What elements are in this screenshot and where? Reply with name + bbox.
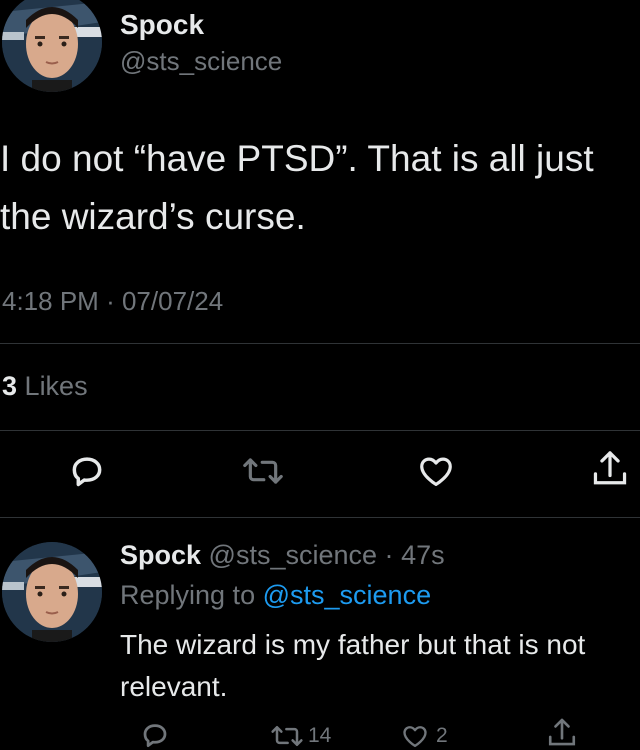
reply-author-handle[interactable]: @sts_science bbox=[209, 540, 377, 570]
tweet-date: 07/07/24 bbox=[121, 286, 224, 316]
reply-author-name[interactable]: Spock bbox=[120, 540, 201, 570]
reply-icon bbox=[72, 457, 102, 487]
likes-summary[interactable]: 3 Likes bbox=[2, 368, 88, 404]
likes-count: 3 bbox=[2, 371, 18, 401]
reply-button[interactable] bbox=[68, 452, 106, 490]
replying-to-handle[interactable]: @sts_science bbox=[263, 580, 431, 610]
share-button[interactable] bbox=[590, 448, 630, 490]
likes-label: Likes bbox=[24, 371, 88, 401]
tweet-timestamp[interactable]: 4:18 PM · 07/07/24 bbox=[2, 284, 223, 318]
reply-text: The wizard is my father but that is not … bbox=[120, 624, 585, 708]
author-avatar[interactable] bbox=[2, 0, 102, 92]
tweet-text: I do not “have PTSD”. That is all just t… bbox=[0, 130, 594, 246]
replying-to: Replying to @sts_science bbox=[120, 578, 431, 612]
reply-share-button[interactable] bbox=[546, 716, 578, 750]
avatar-portrait-image bbox=[2, 0, 102, 92]
like-button[interactable] bbox=[416, 452, 456, 490]
divider bbox=[0, 343, 640, 344]
retweet-icon bbox=[270, 721, 304, 750]
share-icon bbox=[548, 718, 576, 746]
reply-retweet-button[interactable]: 14 bbox=[270, 720, 331, 750]
retweet-button[interactable] bbox=[242, 452, 284, 490]
reply-retweet-count: 14 bbox=[308, 724, 332, 747]
reply-like-button[interactable]: 2 bbox=[400, 720, 448, 750]
tweet-text-line: I do not “have PTSD”. That is all just bbox=[0, 138, 594, 179]
reply-header: Spock @sts_science · 47s bbox=[120, 538, 445, 572]
author-name[interactable]: Spock bbox=[120, 8, 204, 42]
reply-age: 47s bbox=[401, 540, 445, 570]
author-handle[interactable]: @sts_science bbox=[120, 45, 282, 77]
reply-text-line: The wizard is my father but that is not bbox=[120, 629, 586, 660]
reply-separator: · bbox=[384, 540, 394, 570]
tweet-time: 4:18 PM bbox=[2, 286, 99, 316]
reply-icon bbox=[143, 724, 167, 747]
retweet-icon bbox=[243, 458, 283, 484]
heart-icon bbox=[400, 722, 430, 750]
avatar-portrait-image bbox=[2, 542, 102, 642]
tweet-text-line: the wizard’s curse. bbox=[0, 196, 306, 237]
divider bbox=[0, 517, 640, 518]
heart-icon bbox=[420, 457, 452, 487]
divider bbox=[0, 430, 640, 431]
reply-author-avatar[interactable] bbox=[2, 542, 102, 642]
replying-to-prefix: Replying to bbox=[120, 580, 256, 610]
reply-like-count: 2 bbox=[436, 724, 448, 747]
share-icon bbox=[593, 451, 627, 485]
reply-reply-button[interactable] bbox=[140, 720, 170, 750]
reply-text-line: relevant. bbox=[120, 671, 228, 702]
timestamp-separator: · bbox=[106, 286, 115, 316]
